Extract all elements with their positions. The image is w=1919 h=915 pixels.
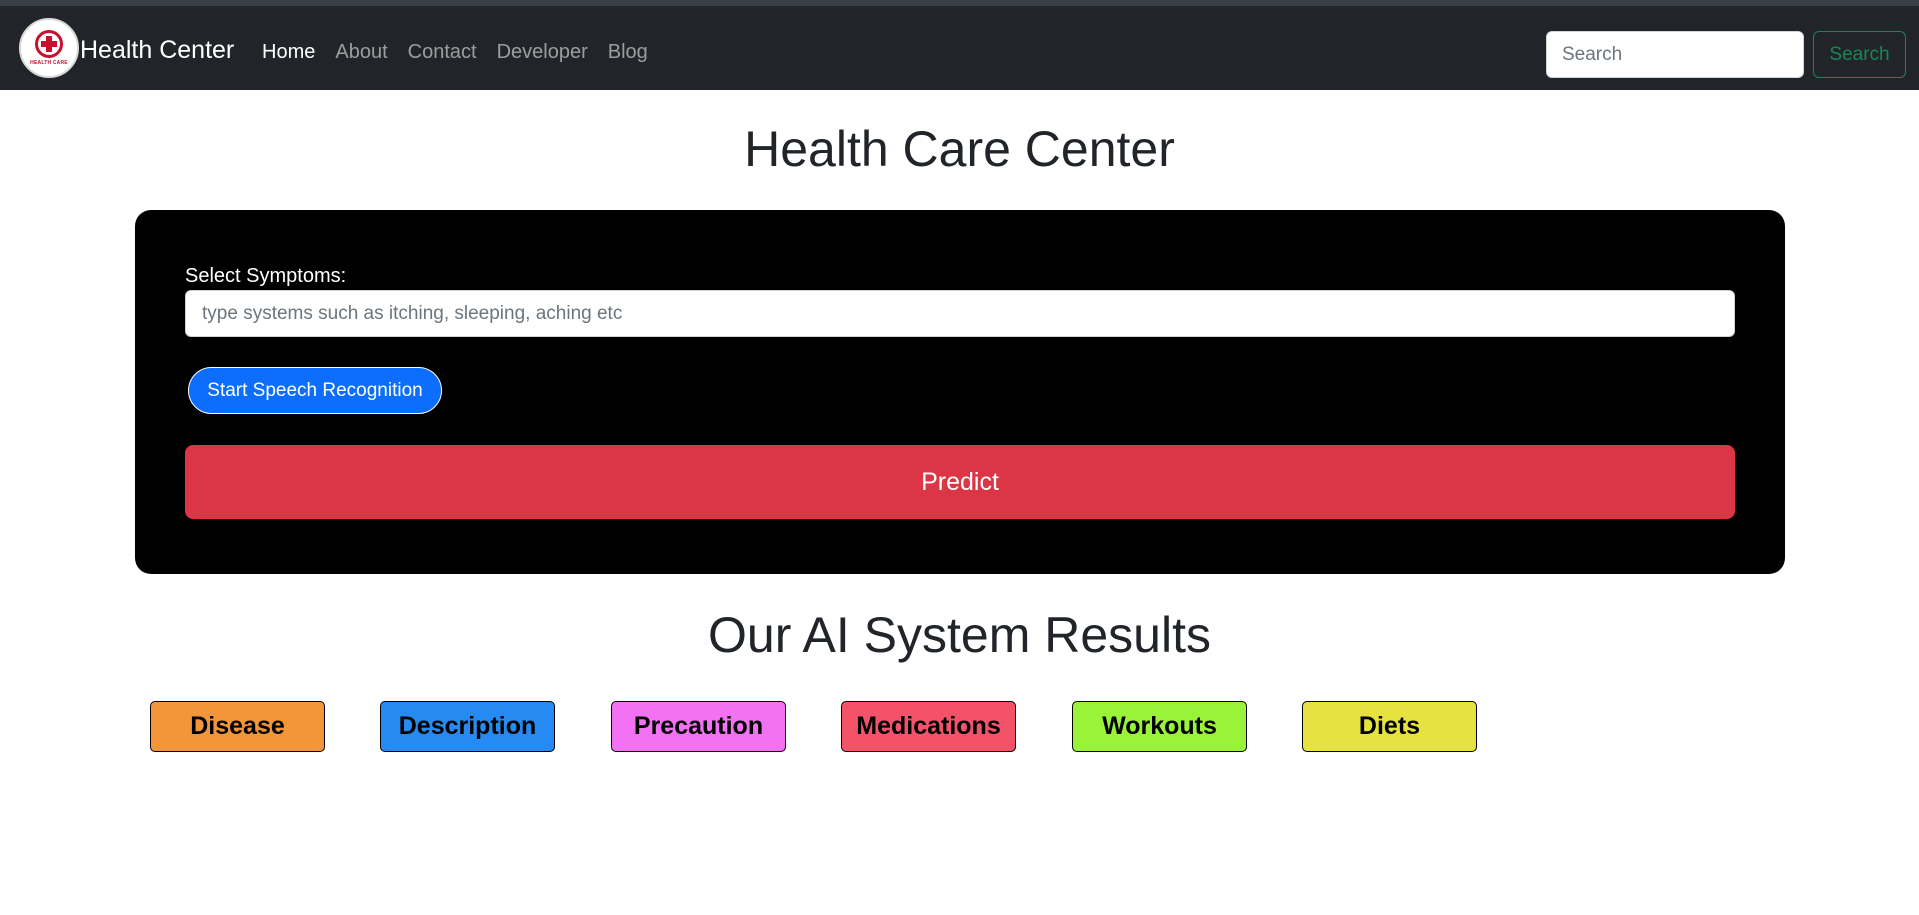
search-button[interactable]: Search: [1813, 31, 1906, 78]
nav-link-about[interactable]: About: [335, 40, 387, 64]
symptom-input[interactable]: [185, 290, 1735, 337]
page-title: Health Care Center: [744, 121, 1175, 177]
navbar: HEALTH CARE Health Center Home About Con…: [0, 6, 1919, 90]
nav-links: Home About Contact Developer Blog: [262, 40, 648, 64]
predict-button[interactable]: Predict: [185, 445, 1735, 519]
nav-link-home[interactable]: Home: [262, 40, 315, 64]
results-title: Our AI System Results: [708, 607, 1211, 663]
speech-recognition-button[interactable]: Start Speech Recognition: [188, 367, 442, 414]
logo-text: HEALTH CARE: [30, 60, 68, 66]
search-input[interactable]: [1546, 31, 1804, 78]
medical-cross-icon: [35, 30, 63, 58]
diets-button[interactable]: Diets: [1302, 701, 1477, 752]
symptom-label: Select Symptoms:: [185, 265, 347, 287]
nav-link-blog[interactable]: Blog: [608, 40, 648, 64]
nav-link-contact[interactable]: Contact: [408, 40, 477, 64]
disease-button[interactable]: Disease: [150, 701, 325, 752]
nav-link-developer[interactable]: Developer: [497, 40, 588, 64]
brand-name[interactable]: Health Center: [80, 35, 234, 65]
medications-button[interactable]: Medications: [841, 701, 1016, 752]
brand-logo[interactable]: HEALTH CARE: [19, 18, 79, 78]
workouts-button[interactable]: Workouts: [1072, 701, 1247, 752]
description-button[interactable]: Description: [380, 701, 555, 752]
precaution-button[interactable]: Precaution: [611, 701, 786, 752]
symptom-form-panel: Select Symptoms: Start Speech Recognitio…: [135, 210, 1785, 574]
